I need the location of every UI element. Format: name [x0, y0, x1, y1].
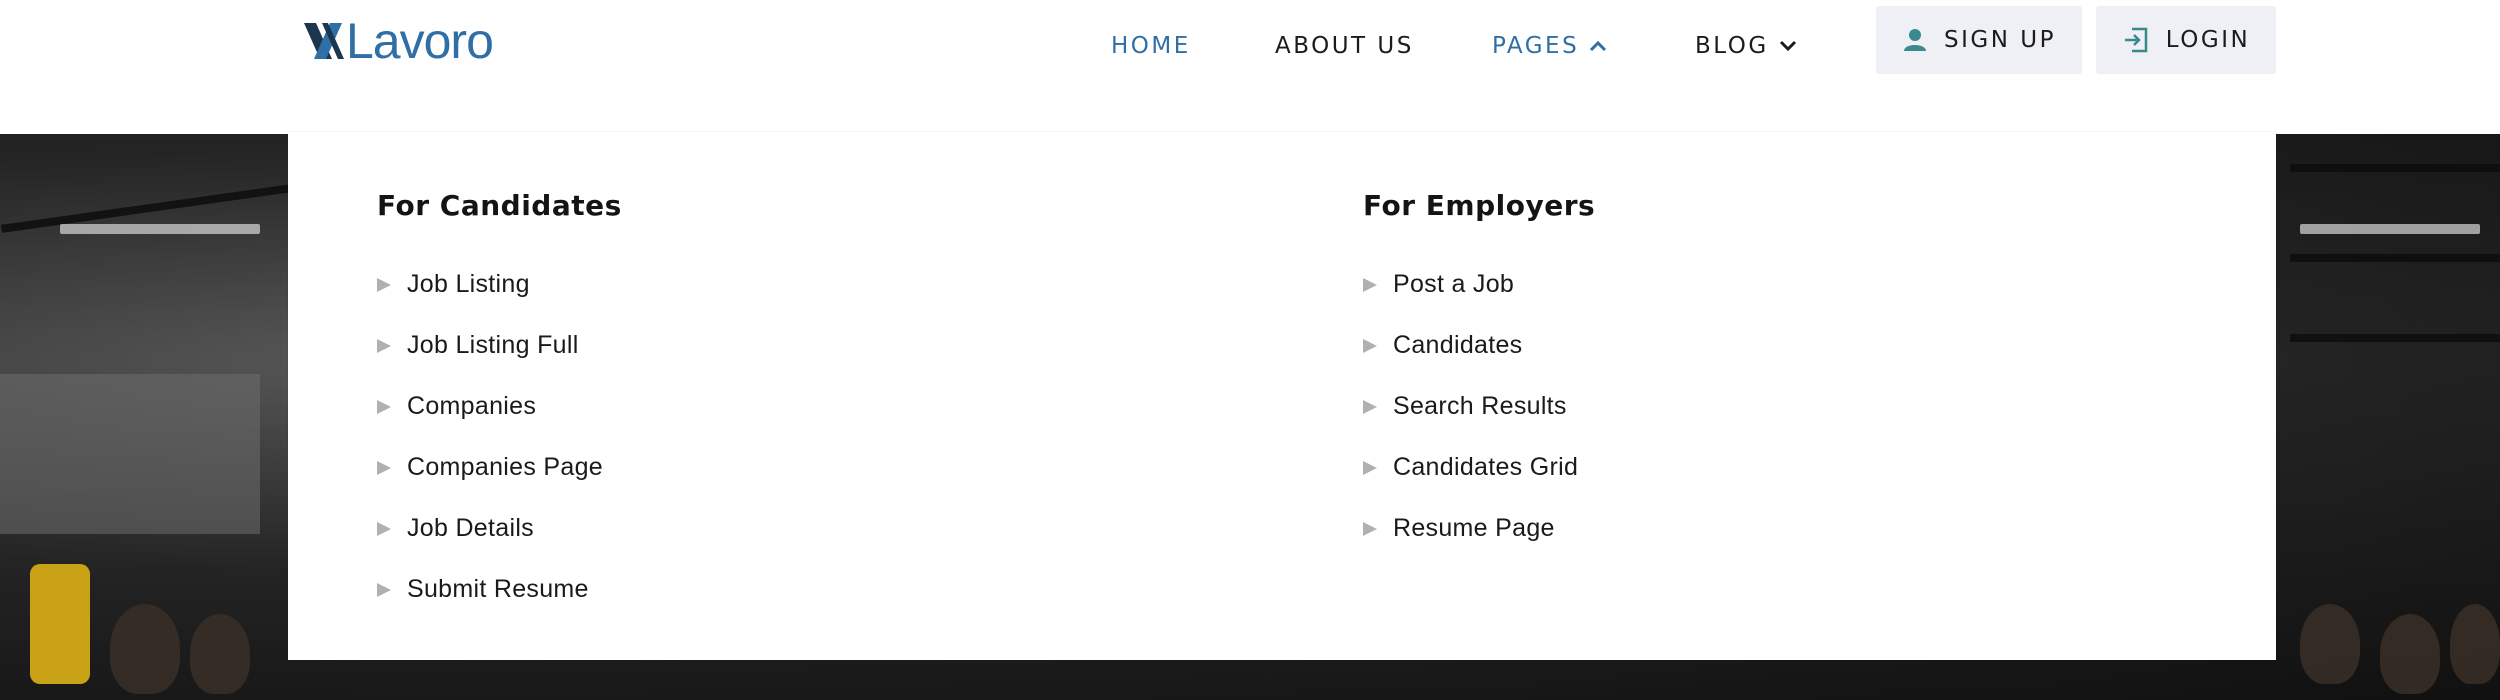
- candidates-menu-list: Job Listing Job Listing Full Companies C…: [377, 254, 622, 620]
- triangle-right-icon: [377, 399, 391, 414]
- nav-home[interactable]: HOME: [1111, 26, 1191, 66]
- menu-item-post-a-job[interactable]: Post a Job: [1363, 254, 1595, 315]
- nav-pages-label: PAGES: [1492, 33, 1580, 59]
- nav-about-us[interactable]: ABOUT US: [1275, 26, 1414, 66]
- menu-item-label: Search Results: [1393, 392, 1567, 420]
- menu-item-label: Job Listing: [407, 270, 530, 298]
- person-silhouette: [2380, 614, 2440, 694]
- ceiling-light: [60, 224, 260, 234]
- menu-item-label: Candidates: [1393, 331, 1523, 359]
- site-header: Lavoro HOME ABOUT US PAGES BLOG SIGN UP …: [0, 0, 2500, 134]
- nav-about-label: ABOUT US: [1275, 33, 1414, 59]
- menu-item-candidates-grid[interactable]: Candidates Grid: [1363, 437, 1595, 498]
- menu-item-label: Post a Job: [1393, 270, 1515, 298]
- triangle-right-icon: [1363, 338, 1377, 353]
- triangle-right-icon: [1363, 521, 1377, 536]
- menu-item-label: Job Listing Full: [407, 331, 579, 359]
- sign-up-label: SIGN UP: [1944, 27, 2056, 53]
- login-icon: [2122, 26, 2150, 54]
- menu-item-search-results[interactable]: Search Results: [1363, 376, 1595, 437]
- chevron-down-icon: [1779, 40, 1797, 52]
- login-button[interactable]: LOGIN: [2096, 6, 2276, 74]
- candidates-heading: For Candidates: [377, 189, 622, 222]
- chevron-up-icon: [1589, 40, 1607, 52]
- menu-item-label: Companies Page: [407, 453, 603, 481]
- menu-item-submit-resume[interactable]: Submit Resume: [377, 559, 622, 620]
- menu-item-candidates[interactable]: Candidates: [1363, 315, 1595, 376]
- menu-item-label: Resume Page: [1393, 514, 1555, 542]
- login-label: LOGIN: [2165, 27, 2251, 53]
- ceiling-beam: [2290, 334, 2500, 342]
- person-yellow-shirt: [30, 564, 90, 684]
- triangle-right-icon: [377, 338, 391, 353]
- pages-mega-menu: For Candidates Job Listing Job Listing F…: [288, 132, 2276, 660]
- nav-home-label: HOME: [1111, 33, 1191, 59]
- nav-pages[interactable]: PAGES: [1492, 26, 1607, 66]
- menu-item-job-listing-full[interactable]: Job Listing Full: [377, 315, 622, 376]
- menu-item-job-listing[interactable]: Job Listing: [377, 254, 622, 315]
- menu-item-companies[interactable]: Companies: [377, 376, 622, 437]
- menu-item-label: Companies: [407, 392, 537, 420]
- triangle-right-icon: [1363, 460, 1377, 475]
- menu-item-resume-page[interactable]: Resume Page: [1363, 498, 1595, 559]
- triangle-right-icon: [377, 521, 391, 536]
- candidates-column: For Candidates Job Listing Job Listing F…: [377, 186, 622, 620]
- nav-blog[interactable]: BLOG: [1695, 26, 1797, 66]
- triangle-right-icon: [1363, 277, 1377, 292]
- menu-item-label: Submit Resume: [407, 575, 589, 603]
- person-silhouette: [2450, 604, 2500, 684]
- triangle-right-icon: [377, 582, 391, 597]
- office-window: [0, 374, 260, 534]
- nav-blog-label: BLOG: [1695, 33, 1769, 59]
- triangle-right-icon: [377, 460, 391, 475]
- person-silhouette: [190, 614, 250, 694]
- user-icon: [1902, 27, 1928, 53]
- menu-item-job-details[interactable]: Job Details: [377, 498, 622, 559]
- ceiling-light: [2300, 224, 2480, 234]
- person-silhouette: [110, 604, 180, 694]
- triangle-right-icon: [377, 277, 391, 292]
- menu-item-label: Candidates Grid: [1393, 453, 1579, 481]
- menu-item-companies-page[interactable]: Companies Page: [377, 437, 622, 498]
- ceiling-beam: [2290, 254, 2500, 262]
- sign-up-button[interactable]: SIGN UP: [1876, 6, 2082, 74]
- employers-heading: For Employers: [1363, 189, 1596, 222]
- menu-item-label: Job Details: [407, 514, 534, 542]
- ceiling-beam: [2290, 164, 2500, 172]
- person-silhouette: [2300, 604, 2360, 684]
- triangle-right-icon: [1363, 399, 1377, 414]
- employers-menu-list: Post a Job Candidates Search Results Can…: [1363, 254, 1595, 559]
- employers-column: For Employers Post a Job Candidates Sear…: [1363, 186, 1595, 559]
